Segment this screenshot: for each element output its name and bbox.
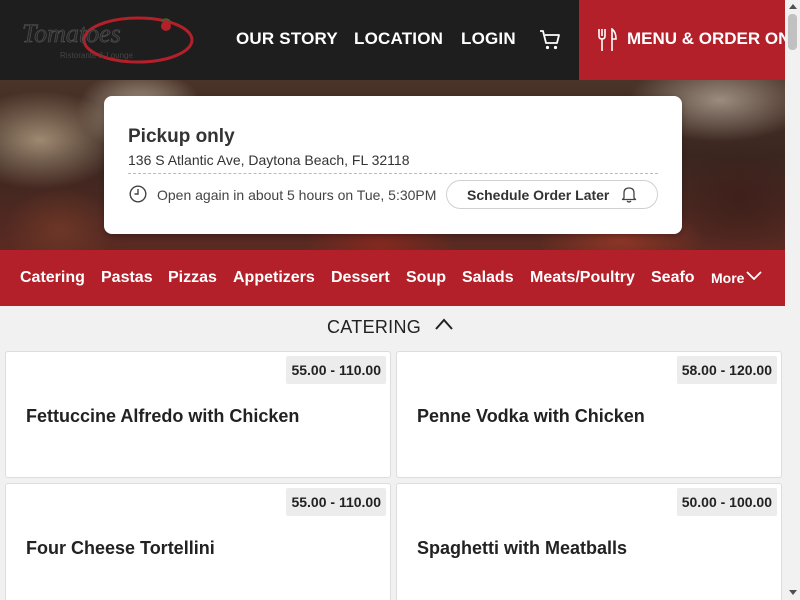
item-price: 55.00 - 110.00 xyxy=(286,356,386,384)
pickup-card: Pickup only 136 S Atlantic Ave, Daytona … xyxy=(104,96,682,234)
bell-icon xyxy=(621,187,637,203)
category-appetizers[interactable]: Appetizers xyxy=(233,269,315,287)
category-catering[interactable]: Catering xyxy=(20,269,85,287)
logo[interactable]: Tomatoes Ristorante & Lounge xyxy=(20,16,196,66)
scroll-down-arrow[interactable] xyxy=(789,590,797,595)
fork-knife-icon xyxy=(598,28,617,51)
pickup-title: Pickup only xyxy=(128,126,235,147)
menu-item-card[interactable]: 50.00 - 100.00 Spaghetti with Meatballs xyxy=(396,483,782,600)
page: Tomatoes Ristorante & Lounge OUR STORY L… xyxy=(0,0,800,600)
category-overflow-clip: Seafood xyxy=(651,250,695,306)
site-header: Tomatoes Ristorante & Lounge OUR STORY L… xyxy=(0,0,785,80)
category-seafood[interactable]: Seafood xyxy=(651,269,695,287)
category-soup[interactable]: Soup xyxy=(406,269,446,287)
section-header[interactable]: CATERING xyxy=(0,306,785,348)
schedule-order-later-button[interactable]: Schedule Order Later xyxy=(446,180,658,209)
category-pastas[interactable]: Pastas xyxy=(101,269,153,287)
menu-order-online-button[interactable]: MENU & ORDER ONLINE xyxy=(579,0,785,80)
category-meats-poultry[interactable]: Meats/Poultry xyxy=(530,269,635,287)
item-name: Penne Vodka with Chicken xyxy=(417,406,645,426)
nav-our-story[interactable]: OUR STORY xyxy=(236,29,338,49)
svg-text:Ristorante & Lounge: Ristorante & Lounge xyxy=(60,51,133,60)
nav-location[interactable]: LOCATION xyxy=(354,29,443,49)
category-bar: Catering Pastas Pizzas Appetizers Desser… xyxy=(0,250,785,306)
page-scrollbar[interactable] xyxy=(785,0,800,600)
hero-banner: Pickup only 136 S Atlantic Ave, Daytona … xyxy=(0,80,785,250)
schedule-label: Schedule Order Later xyxy=(467,187,610,203)
item-name: Four Cheese Tortellini xyxy=(26,538,215,558)
item-price: 58.00 - 120.00 xyxy=(676,356,777,384)
cart-icon[interactable] xyxy=(538,28,562,52)
menu-item-card[interactable]: 55.00 - 110.00 Four Cheese Tortellini xyxy=(5,483,391,600)
category-dessert[interactable]: Dessert xyxy=(331,269,390,287)
category-pizzas[interactable]: Pizzas xyxy=(168,269,217,287)
item-name: Spaghetti with Meatballs xyxy=(417,538,628,558)
menu-item-card[interactable]: 58.00 - 120.00 Penne Vodka with Chicken xyxy=(396,351,782,478)
menu-order-label: MENU & ORDER ONLINE xyxy=(627,29,785,48)
clock-icon xyxy=(129,185,147,203)
nav-login[interactable]: LOGIN xyxy=(461,29,516,49)
item-price: 55.00 - 110.00 xyxy=(286,488,386,516)
menu-item-card[interactable]: 55.00 - 110.00 Fettuccine Alfredo with C… xyxy=(5,351,391,478)
chevron-up-icon[interactable] xyxy=(434,318,454,330)
category-salads[interactable]: Salads xyxy=(462,269,514,287)
open-status: Open again in about 5 hours on Tue, 5:30… xyxy=(157,187,437,203)
item-price: 50.00 - 100.00 xyxy=(676,488,777,516)
item-name: Fettuccine Alfredo with Chicken xyxy=(26,406,300,426)
section-title: CATERING xyxy=(327,317,422,337)
scrollbar-thumb[interactable] xyxy=(788,14,797,50)
pickup-address: 136 S Atlantic Ave, Daytona Beach, FL 32… xyxy=(128,152,658,174)
svg-text:Tomatoes: Tomatoes xyxy=(22,19,121,48)
scroll-up-arrow[interactable] xyxy=(789,4,797,9)
chevron-down-icon[interactable] xyxy=(746,271,762,281)
more-categories-button[interactable]: More xyxy=(711,270,744,286)
